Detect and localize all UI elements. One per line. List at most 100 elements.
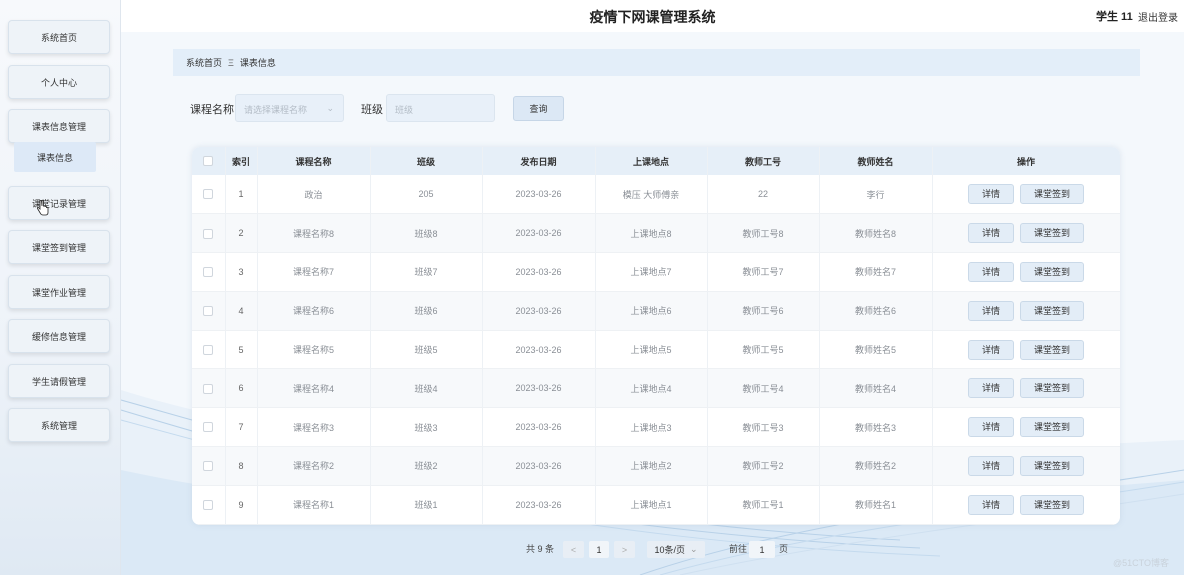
class-checkin-button[interactable]: 课堂签到: [1020, 184, 1084, 205]
cell-date: 2023-03-26: [482, 252, 596, 292]
cell-actions: 详情 课堂签到: [932, 330, 1120, 370]
cell-date: 2023-03-26: [482, 485, 596, 525]
class-checkin-button[interactable]: 课堂签到: [1020, 455, 1084, 476]
cell-location: 上课地点5: [595, 330, 708, 370]
sidebar-subitem-schedule-info[interactable]: 课表信息: [14, 142, 96, 172]
cell-actions: 详情 课堂签到: [932, 485, 1120, 525]
row-checkbox[interactable]: [192, 291, 226, 331]
goto-page-input[interactable]: 1: [749, 541, 775, 558]
table-row: 5 课程名称5 班级5 2023-03-26 上课地点5 教师工号5 教师姓名5 详情 课堂签到: [192, 330, 1120, 370]
cell-teacher-id: 教师工号5: [707, 330, 820, 370]
table-row: 2 课程名称8 班级8 2023-03-26 上课地点8 教师工号8 教师姓名8 详情 课堂签到: [192, 213, 1120, 254]
cell-index: 1: [225, 175, 258, 215]
row-checkbox[interactable]: [192, 368, 226, 409]
row-checkbox[interactable]: [192, 446, 226, 486]
current-page[interactable]: 1: [589, 541, 609, 558]
pagination-total: 共 9 条: [526, 544, 555, 554]
class-checkin-button[interactable]: 课堂签到: [1020, 339, 1084, 360]
cell-teacher-name: 李行: [819, 175, 933, 215]
cell-class: 班级2: [370, 446, 483, 486]
cell-index: 7: [225, 407, 258, 448]
cell-teacher-id: 教师工号2: [707, 446, 820, 486]
cell-class: 班级4: [370, 368, 483, 409]
detail-button[interactable]: 详情: [968, 494, 1014, 515]
cell-index: 3: [225, 252, 258, 292]
sidebar-item-leave-management[interactable]: 学生请假管理: [8, 364, 110, 398]
sidebar-item-checkin-management[interactable]: 课堂签到管理: [8, 230, 110, 264]
cell-actions: 详情 课堂签到: [932, 213, 1120, 254]
table-row: 4 课程名称6 班级6 2023-03-26 上课地点6 教师工号6 教师姓名6 详情 课堂签到: [192, 291, 1120, 331]
detail-button[interactable]: 详情: [968, 417, 1014, 438]
cell-date: 2023-03-26: [482, 330, 596, 370]
logout-link[interactable]: 退出登录: [1138, 9, 1178, 24]
cell-location: 上课地点4: [595, 368, 708, 409]
cell-index: 4: [225, 291, 258, 331]
column-header-date: 发布日期: [482, 147, 596, 175]
prev-page-button[interactable]: <: [563, 541, 584, 558]
column-header-index: 索引: [225, 147, 258, 175]
detail-button[interactable]: 详情: [968, 223, 1014, 244]
sidebar-item-schedule-management[interactable]: 课表信息管理: [8, 109, 110, 143]
breadcrumb-current: 课表信息: [239, 58, 276, 68]
cell-date: 2023-03-26: [482, 368, 596, 409]
breadcrumb-home[interactable]: 系统首页: [186, 56, 222, 69]
cell-date: 2023-03-26: [482, 407, 596, 448]
sidebar-item-personal-center[interactable]: 个人中心: [8, 65, 110, 99]
table-row: 7 课程名称3 班级3 2023-03-26 上课地点3 教师工号3 教师姓名3 详情 课堂签到: [192, 407, 1120, 448]
row-checkbox[interactable]: [192, 330, 226, 370]
cell-class: 班级6: [370, 291, 483, 331]
cell-teacher-id: 教师工号6: [707, 291, 820, 331]
detail-button[interactable]: 详情: [968, 378, 1014, 399]
cell-course: 课程名称6: [257, 291, 371, 331]
cell-course: 政治: [257, 175, 371, 215]
cell-teacher-name: 教师姓名2: [819, 446, 933, 486]
row-checkbox[interactable]: [192, 252, 226, 292]
schedule-table: 索引 课程名称 班级 发布日期 上课地点 教师工号 教师姓名 操作 1 政治 205…: [192, 147, 1120, 525]
table-row: 1 政治 205 2023-03-26 模压 大师傅亲 22 李行 详情 课堂签到: [192, 175, 1120, 215]
sidebar-item-class-record-management[interactable]: 课堂记录管理: [8, 186, 110, 220]
select-all-checkbox[interactable]: [192, 147, 226, 175]
cell-actions: 详情 课堂签到: [932, 291, 1120, 331]
detail-button[interactable]: 详情: [968, 184, 1014, 205]
course-name-select[interactable]: 请选择课程名称 ⌄: [235, 94, 344, 122]
cell-teacher-id: 教师工号1: [707, 485, 820, 525]
table-header-row: 索引 课程名称 班级 发布日期 上课地点 教师工号 教师姓名 操作: [192, 147, 1120, 175]
query-button[interactable]: 查询: [513, 96, 564, 121]
page-size-select[interactable]: 10条/页 ⌄: [647, 541, 705, 558]
sidebar-item-deferral-management[interactable]: 缓修信息管理: [8, 319, 110, 353]
row-checkbox[interactable]: [192, 407, 226, 448]
class-checkin-button[interactable]: 课堂签到: [1020, 494, 1084, 515]
sidebar-item-system-management[interactable]: 系统管理: [8, 408, 110, 442]
class-input[interactable]: 班级: [386, 94, 495, 122]
cell-location: 上课地点2: [595, 446, 708, 486]
class-checkin-button[interactable]: 课堂签到: [1020, 417, 1084, 438]
detail-button[interactable]: 详情: [968, 455, 1014, 476]
class-checkin-button[interactable]: 课堂签到: [1020, 223, 1084, 244]
cell-index: 5: [225, 330, 258, 370]
cell-course: 课程名称7: [257, 252, 371, 292]
class-checkin-button[interactable]: 课堂签到: [1020, 300, 1084, 321]
cell-date: 2023-03-26: [482, 175, 596, 215]
next-page-button[interactable]: >: [614, 541, 635, 558]
class-checkin-button[interactable]: 课堂签到: [1020, 378, 1084, 399]
breadcrumb: 系统首页 Ξ 课表信息: [173, 49, 1140, 76]
cell-teacher-name: 教师姓名3: [819, 407, 933, 448]
detail-button[interactable]: 详情: [968, 261, 1014, 282]
cell-teacher-id: 教师工号3: [707, 407, 820, 448]
watermark: @51CTO博客: [1113, 558, 1169, 568]
sidebar-item-homework-management[interactable]: 课堂作业管理: [8, 275, 110, 309]
cell-class: 班级7: [370, 252, 483, 292]
cell-class: 班级3: [370, 407, 483, 448]
detail-button[interactable]: 详情: [968, 300, 1014, 321]
detail-button[interactable]: 详情: [968, 339, 1014, 360]
table-row: 8 课程名称2 班级2 2023-03-26 上课地点2 教师工号2 教师姓名2 详情 课堂签到: [192, 446, 1120, 486]
row-checkbox[interactable]: [192, 213, 226, 254]
cell-date: 2023-03-26: [482, 291, 596, 331]
class-checkin-button[interactable]: 课堂签到: [1020, 261, 1084, 282]
cell-class: 班级1: [370, 485, 483, 525]
sidebar-item-home[interactable]: 系统首页: [8, 20, 110, 54]
row-checkbox[interactable]: [192, 485, 226, 525]
cell-actions: 详情 课堂签到: [932, 252, 1120, 292]
cell-teacher-id: 教师工号4: [707, 368, 820, 409]
row-checkbox[interactable]: [192, 175, 226, 215]
